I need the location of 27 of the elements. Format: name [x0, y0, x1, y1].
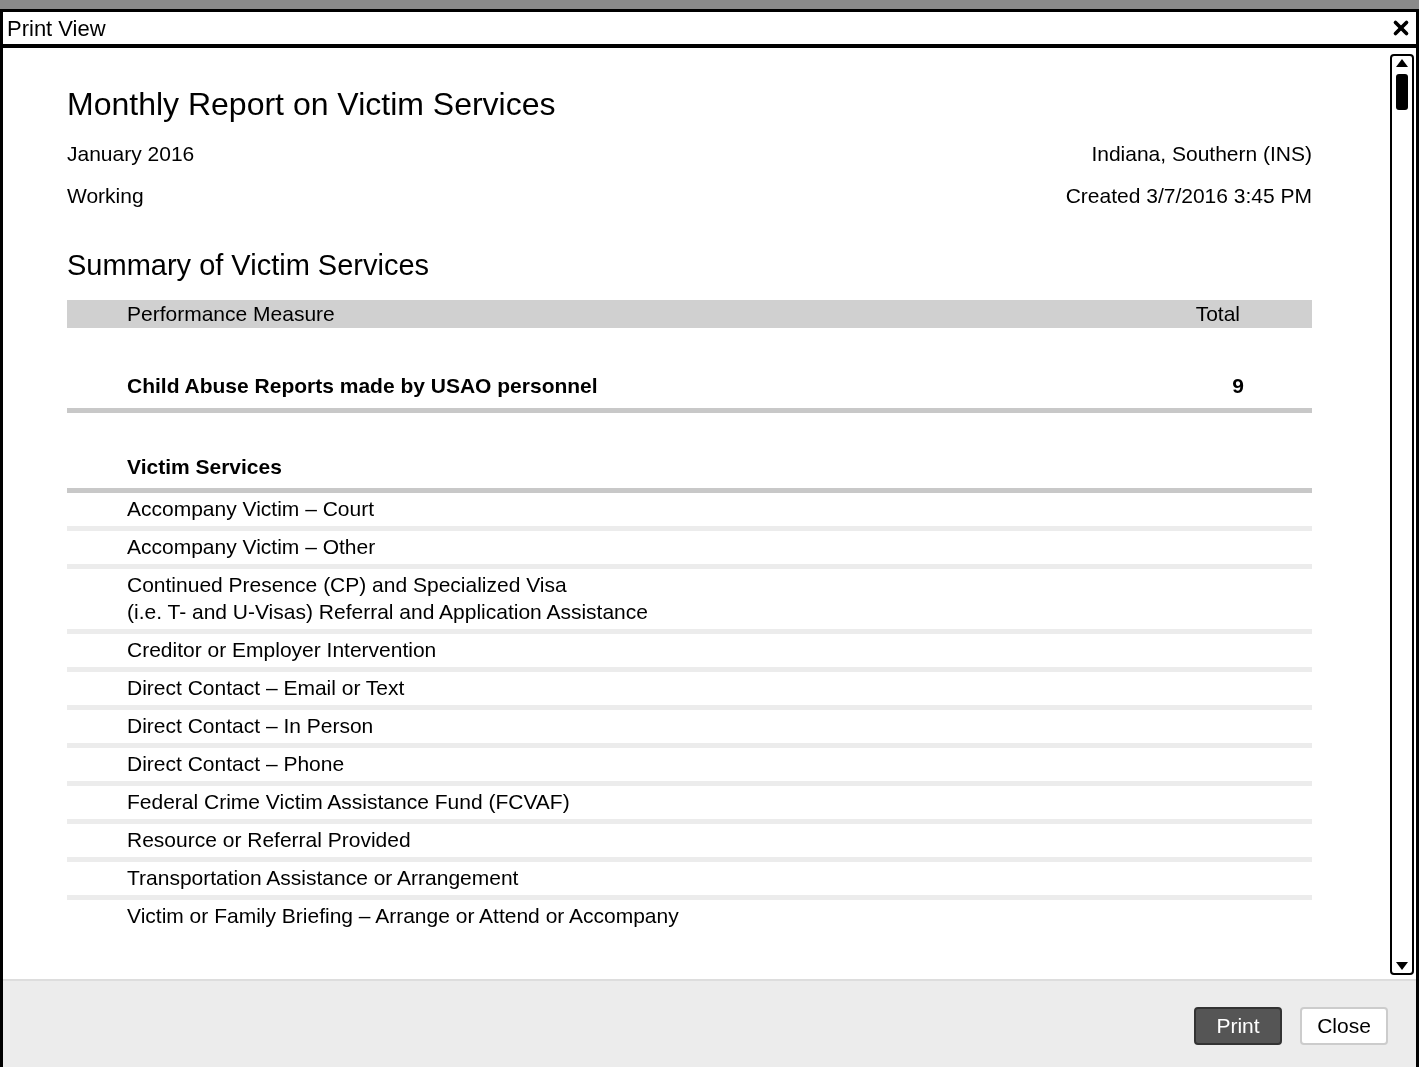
- group-heading: Victim Services: [127, 454, 282, 478]
- service-label: Transportation Assistance or Arrangement: [127, 866, 519, 889]
- section-title: Summary of Victim Services: [67, 251, 431, 280]
- window-title: Print View: [7, 14, 106, 43]
- service-label: Accompany Victim – Other: [127, 535, 376, 558]
- scrollbar-thumb[interactable]: [1396, 74, 1408, 110]
- report-period: January 2016: [67, 141, 195, 167]
- close-button[interactable]: Close: [1300, 1007, 1388, 1045]
- report-status: Working: [67, 182, 144, 209]
- service-label: Federal Crime Victim Assistance Fund (FCVAF): [127, 790, 570, 813]
- service-label: Direct Contact – Email or Text: [127, 676, 405, 699]
- report-created: Created 3/7/2016 3:45 PM: [1065, 182, 1312, 209]
- service-label: Victim or Family Briefing – Arrange or Attend or Accompany: [127, 904, 679, 927]
- report-title: Monthly Report on Victim Services: [67, 88, 557, 120]
- scrollbar[interactable]: [1390, 54, 1414, 975]
- service-label: Resource or Referral Provided: [127, 828, 411, 851]
- service-label: Creditor or Employer Intervention: [127, 638, 437, 661]
- service-label: Direct Contact – Phone: [127, 752, 345, 775]
- measure-label: Child Abuse Reports made by USAO personnel: [127, 373, 598, 399]
- service-label: Continued Presence (CP) and Specialized Visa (i.e. T- and U-Visas) Referral and Application Assistance: [127, 573, 648, 623]
- print-button[interactable]: Print: [1194, 1007, 1282, 1045]
- column-header: Total: [1195, 301, 1240, 328]
- report-district: Indiana, Southern (INS): [1091, 141, 1312, 167]
- service-label: Accompany Victim – Court: [127, 497, 375, 520]
- column-header: Performance Measure: [127, 301, 335, 328]
- service-label: Direct Contact – In Person: [127, 714, 374, 737]
- measure-total: 9: [1232, 373, 1244, 399]
